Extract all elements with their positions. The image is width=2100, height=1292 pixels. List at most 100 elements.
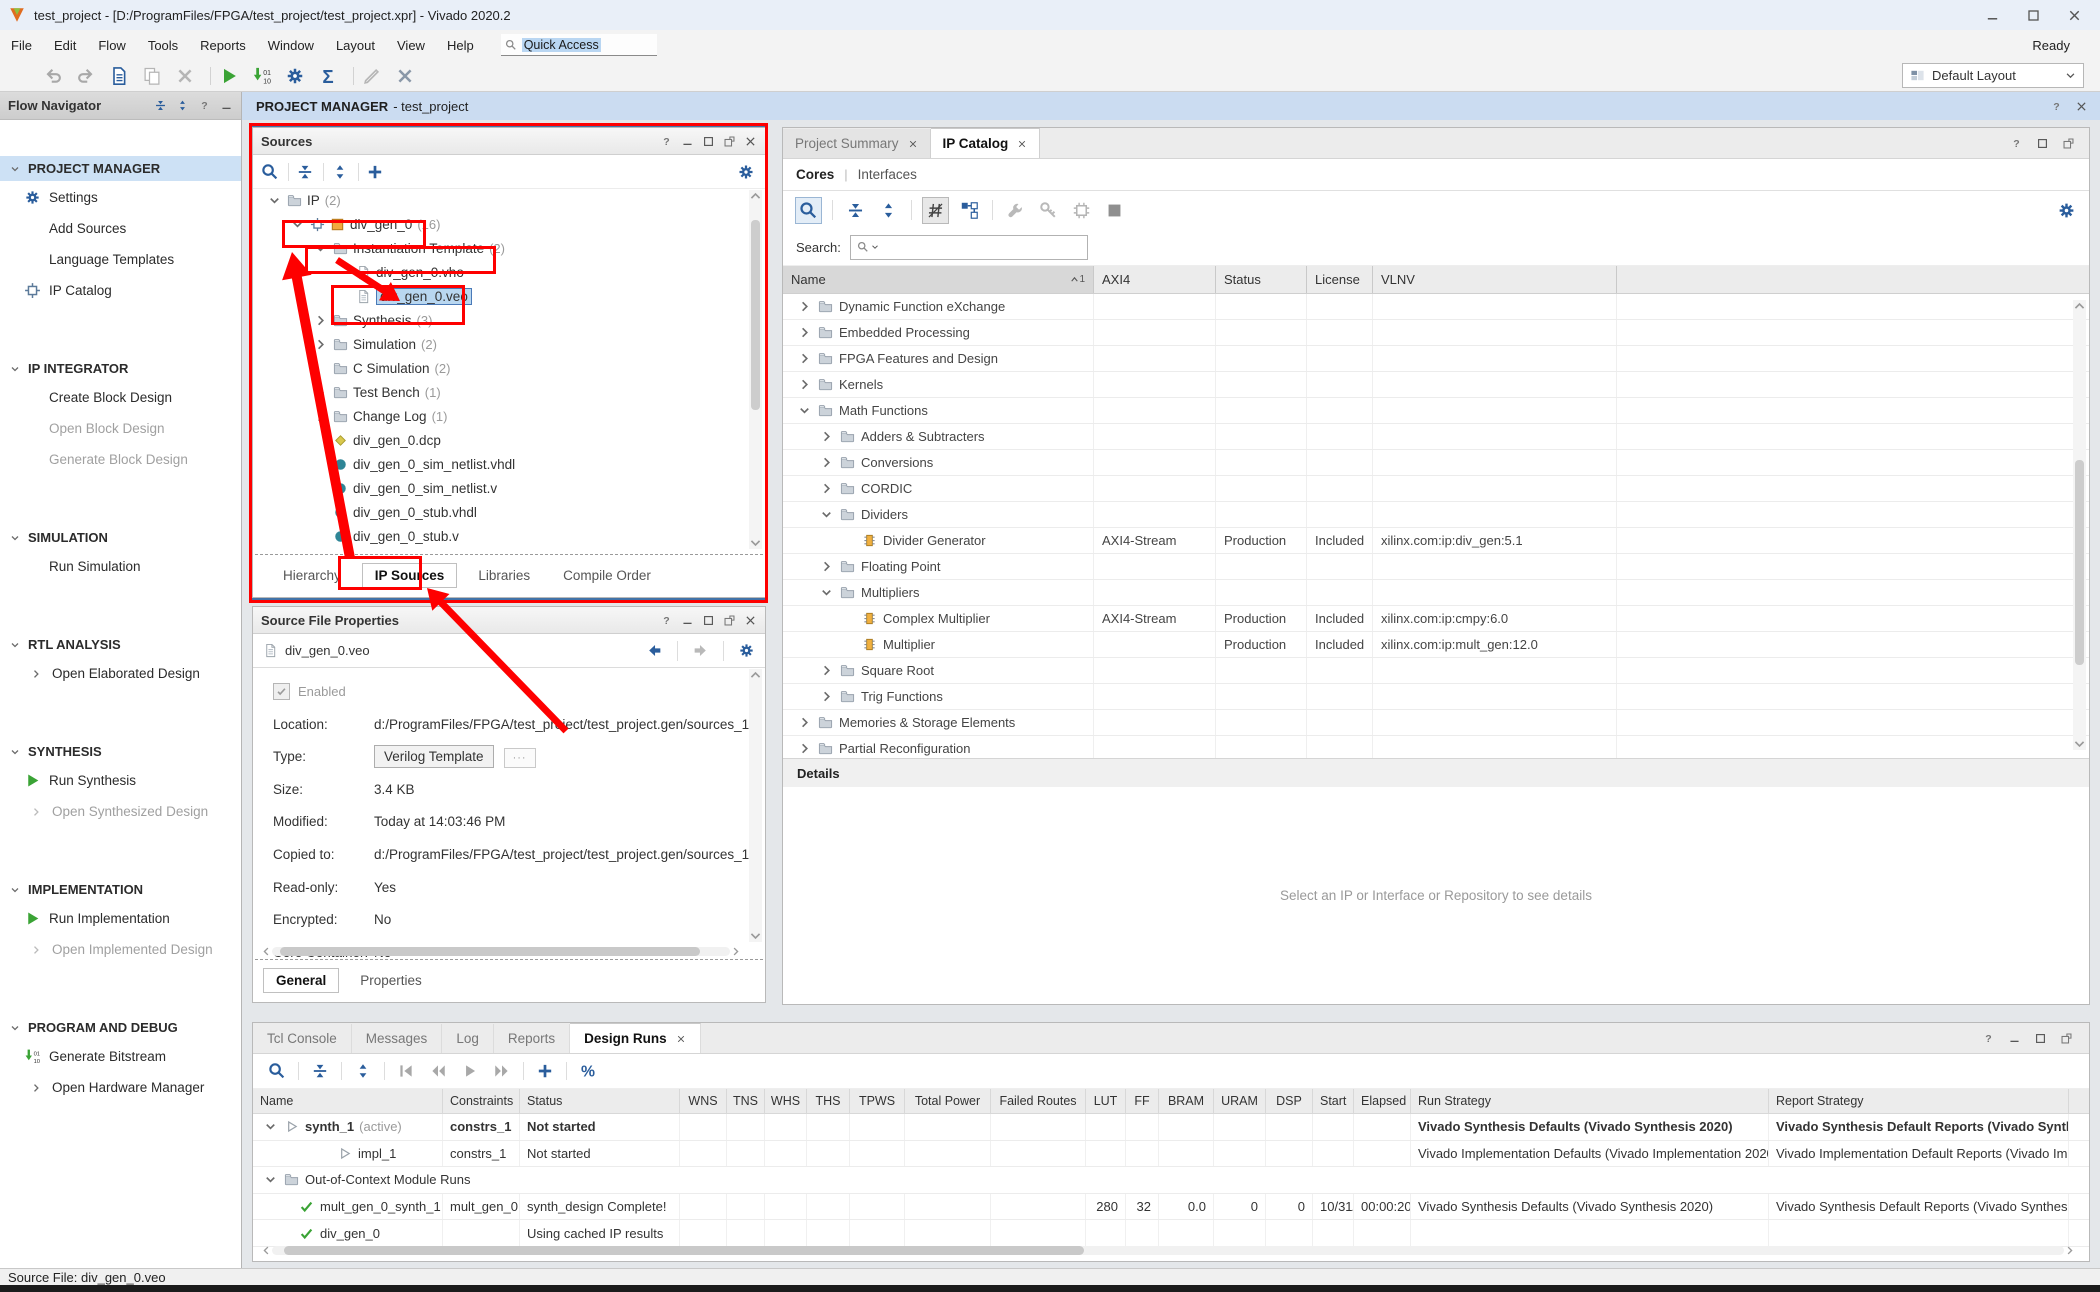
editor-tab-ip-catalog[interactable]: IP Catalog [931,128,1041,158]
runs-column-ths[interactable]: THS [807,1089,850,1113]
column-header-axi4[interactable]: AXI4 [1094,266,1216,293]
chevron-right-icon[interactable] [797,741,812,756]
design-run-row-mult-gen-0-synth-1[interactable]: mult_gen_0_synth_1mult_gen_0synth_design… [253,1194,2089,1221]
scroll-right-icon[interactable] [730,946,741,957]
design-run-row-out-of-context-module-runs[interactable]: Out-of-Context Module Runs [253,1167,2089,1194]
chevron-right-icon[interactable] [819,689,834,704]
help-icon[interactable]: ? [1982,1032,1995,1045]
sources-tree-item-div-gen-0-stub-vhdl[interactable]: div_gen_0_stub.vhdl [255,500,747,524]
ip-catalog-row-square-root[interactable]: Square Root [783,658,2089,684]
flownav-section-rtl-analysis[interactable]: RTL ANALYSIS [0,632,241,657]
type-value-button[interactable]: Verilog Template [374,745,494,768]
ip-catalog-row-dynamic-function-exchange[interactable]: Dynamic Function eXchange [783,294,2089,320]
menu-layout[interactable]: Layout [325,30,386,60]
runs-column-constraints[interactable]: Constraints [443,1089,520,1113]
window-maximize-button[interactable] [2026,8,2041,23]
search-icon[interactable] [795,197,822,224]
fast-forward-icon[interactable] [493,1062,511,1080]
run-icon[interactable] [219,66,239,86]
fast-back-icon[interactable] [429,1062,447,1080]
sources-tree-item-div-gen-0[interactable]: div_gen_0(16) [255,212,747,236]
chevron-right-icon[interactable] [797,377,812,392]
save-file-icon[interactable] [109,66,129,86]
runs-column-tpws[interactable]: TPWS [850,1089,905,1113]
chevron-right-icon[interactable] [313,385,328,400]
undo-icon[interactable] [43,66,63,86]
chevron-down-icon[interactable] [263,1172,278,1187]
menu-reports[interactable]: Reports [189,30,257,60]
column-header-status[interactable]: Status [1216,266,1307,293]
properties-scrollbar[interactable] [749,669,762,942]
minimize-panel-icon[interactable] [681,614,694,627]
open-project-icon[interactable] [10,66,30,86]
clear-marker-icon[interactable] [395,66,415,86]
collapse-all-icon[interactable] [154,99,167,112]
ip-catalog-row-conversions[interactable]: Conversions [783,450,2089,476]
design-runs-hscrollbar[interactable] [261,1244,2075,1257]
sources-tree-item-div-gen-0-vho[interactable]: div_gen_0.vho [255,260,747,284]
create-run-icon[interactable] [536,1062,554,1080]
flownav-item-run-implementation[interactable]: Run Implementation [0,906,241,931]
sources-tree-item-change-log[interactable]: Change Log(1) [255,404,747,428]
runs-column-total-power[interactable]: Total Power [905,1089,991,1113]
column-header-license[interactable]: License [1307,266,1373,293]
float-panel-icon[interactable] [723,614,736,627]
expand-all-icon[interactable] [876,198,901,223]
type-browse-button[interactable]: ··· [504,748,536,768]
close-tab-icon[interactable] [908,139,918,149]
report-sigma-icon[interactable]: Σ [318,66,338,86]
runs-column-failed-routes[interactable]: Failed Routes [991,1089,1086,1113]
expand-all-icon[interactable] [331,163,349,181]
results-tab-tcl-console[interactable]: Tcl Console [253,1024,352,1053]
window-close-button[interactable] [2067,8,2082,23]
close-panel-icon[interactable] [744,135,757,148]
runs-column-whs[interactable]: WHS [765,1089,807,1113]
column-header-vlnv[interactable]: VLNV [1373,266,1617,293]
ip-catalog-row-complex-multiplier[interactable]: Complex MultiplierAXI4-StreamProductionI… [783,606,2089,632]
ip-settings-icon[interactable] [1069,198,1094,223]
menu-window[interactable]: Window [257,30,325,60]
runs-column-start[interactable]: Start [1313,1089,1354,1113]
collapse-all-icon[interactable] [843,198,868,223]
float-panel-icon[interactable] [2062,137,2075,150]
float-panel-icon[interactable] [2060,1032,2073,1045]
subtab-cores[interactable]: Cores [796,167,834,182]
flownav-item-open-hardware-manager[interactable]: Open Hardware Manager [0,1075,241,1100]
flownav-item-settings[interactable]: Settings [0,185,241,210]
chevron-right-icon[interactable] [819,429,834,444]
expand-all-icon[interactable] [176,99,189,112]
flownav-item-generate-bitstream[interactable]: 0110Generate Bitstream [0,1044,241,1069]
design-run-row-synth-1[interactable]: synth_1(active)constrs_1Not startedVivad… [253,1114,2089,1141]
minimize-panel-icon[interactable] [2008,1032,2021,1045]
sources-tree-item-div-gen-0-sim-netlist-v[interactable]: div_gen_0_sim_netlist.v [255,476,747,500]
ip-catalog-row-floating-point[interactable]: Floating Point [783,554,2089,580]
expand-all-icon[interactable] [354,1062,372,1080]
flownav-item-run-synthesis[interactable]: Run Synthesis [0,768,241,793]
tab-ip-sources[interactable]: IP Sources [362,563,458,588]
menu-flow[interactable]: Flow [87,30,136,60]
scroll-down-icon[interactable] [749,536,762,549]
close-tab-icon[interactable] [676,1034,686,1044]
maximize-panel-icon[interactable] [702,614,715,627]
ip-search-input[interactable] [850,235,1088,260]
window-minimize-button[interactable] [1985,8,2000,23]
add-sources-icon[interactable] [366,163,384,181]
chevron-right-icon[interactable] [819,455,834,470]
chevron-right-icon[interactable] [797,325,812,340]
column-header-name[interactable]: Name1 [783,266,1094,293]
results-tab-log[interactable]: Log [442,1024,494,1053]
help-icon[interactable]: ? [198,99,211,112]
search-icon[interactable] [268,1062,286,1080]
sources-tree-item-simulation[interactable]: Simulation(2) [255,332,747,356]
tab-compile-order[interactable]: Compile Order [551,564,663,587]
chevron-right-icon[interactable] [313,313,328,328]
settings-gear-icon[interactable] [738,642,755,659]
runs-column-wns[interactable]: WNS [680,1089,727,1113]
search-icon[interactable] [261,163,279,181]
forward-arrow-icon[interactable] [692,642,709,659]
runs-column-report-strategy[interactable]: Report Strategy [1769,1089,2069,1113]
help-icon[interactable]: ? [660,135,673,148]
minimize-panel-icon[interactable] [681,135,694,148]
help-icon[interactable]: ? [2050,100,2063,113]
settings-gear-icon[interactable] [2054,198,2079,223]
